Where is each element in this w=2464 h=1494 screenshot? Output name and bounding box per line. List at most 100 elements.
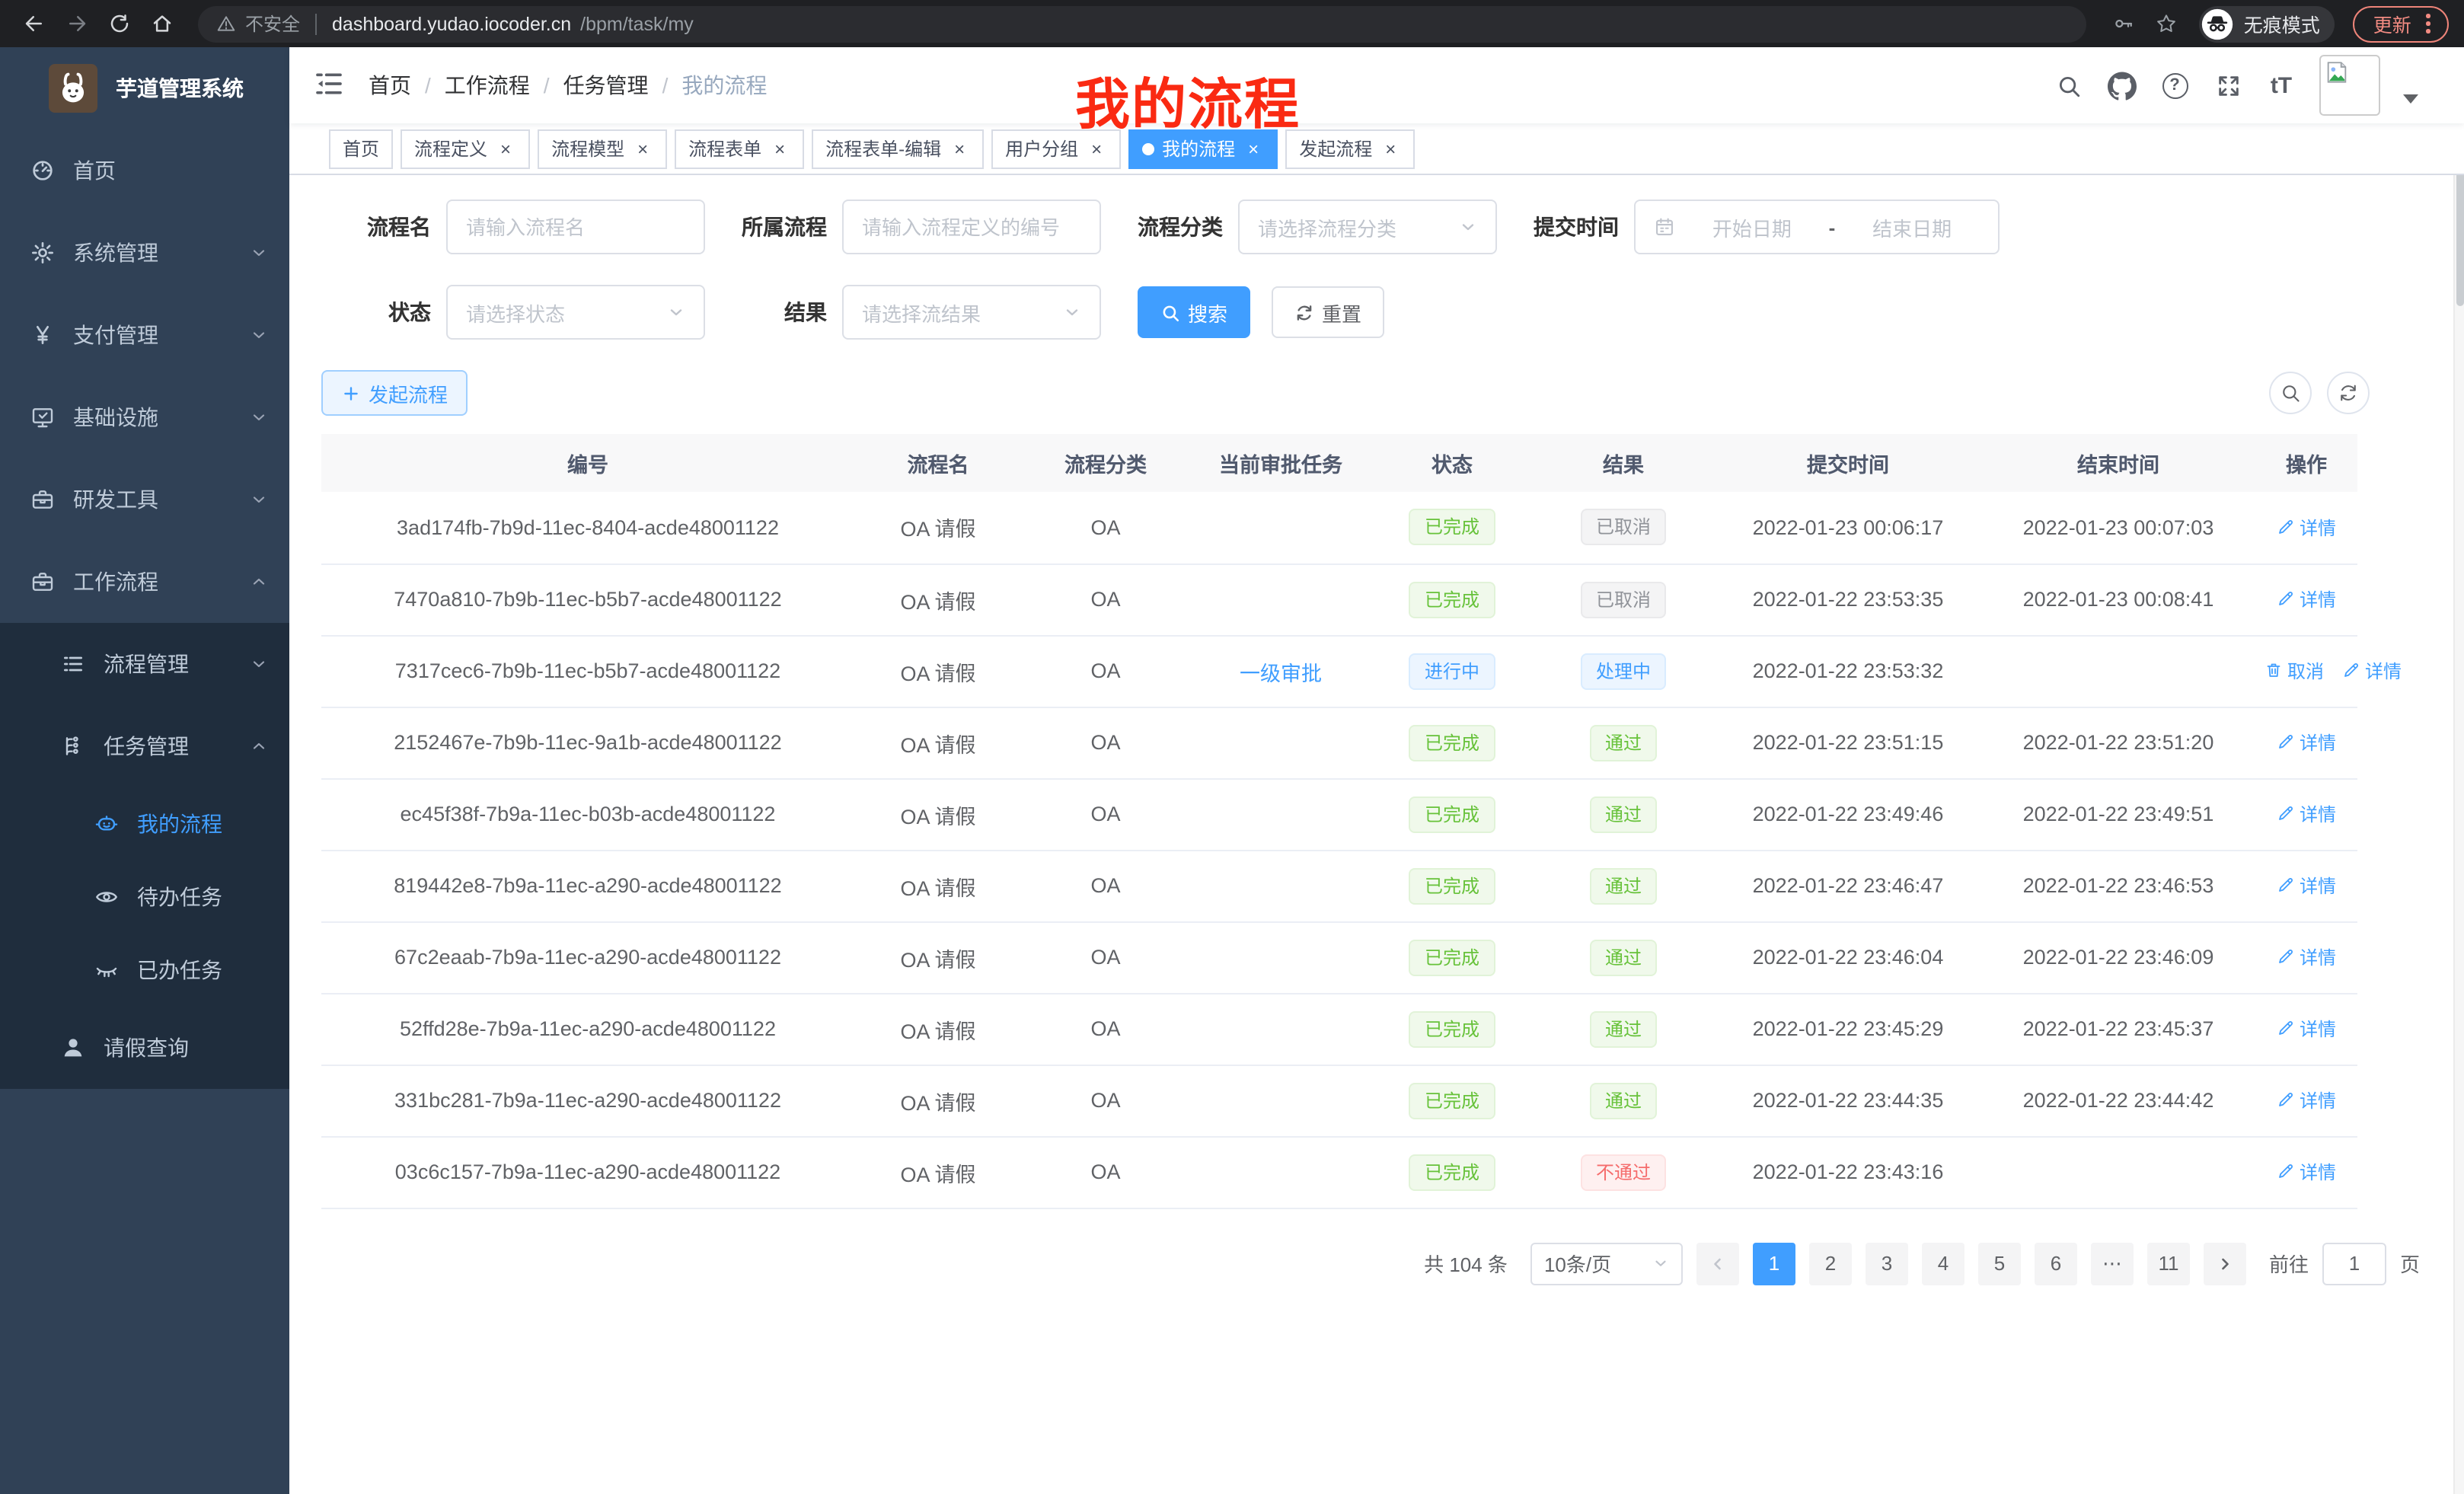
- page-button-1[interactable]: 1: [1753, 1242, 1795, 1285]
- sidebar-item-my-process[interactable]: 我的流程: [0, 787, 289, 860]
- sidebar-item-todo-tasks[interactable]: 待办任务: [0, 860, 289, 934]
- page-button-3[interactable]: 3: [1866, 1242, 1908, 1285]
- page-button-4[interactable]: 4: [1922, 1242, 1964, 1285]
- window-scrollbar[interactable]: [2453, 47, 2464, 1494]
- table-row[interactable]: 67c2eaab-7b9a-11ec-a290-acde48001122 OA …: [321, 921, 2357, 993]
- sidebar-item-workflow[interactable]: 工作流程: [0, 541, 289, 623]
- home-icon[interactable]: [143, 5, 180, 42]
- detail-action-link[interactable]: 详情: [2277, 1087, 2336, 1113]
- table-row[interactable]: 331bc281-7b9a-11ec-a290-acde48001122 OA …: [321, 1065, 2357, 1136]
- breadcrumb-item[interactable]: 工作流程: [445, 70, 530, 101]
- reset-button[interactable]: 重置: [1272, 286, 1384, 338]
- back-icon[interactable]: [15, 5, 52, 42]
- detail-action-link[interactable]: 详情: [2277, 801, 2336, 827]
- close-icon[interactable]: ×: [1380, 138, 1401, 159]
- sidebar-item-task-mgmt[interactable]: 任务管理: [0, 705, 289, 787]
- logo-row[interactable]: 芋道管理系统: [0, 47, 289, 129]
- url-bar[interactable]: 不安全 dashboard.yudao.iocoder.cn/bpm/task/…: [198, 5, 2087, 42]
- cell-result: 通过: [1532, 778, 1715, 850]
- close-icon[interactable]: ×: [632, 138, 653, 159]
- forward-icon[interactable]: [58, 5, 94, 42]
- detail-action-link[interactable]: 详情: [2277, 729, 2336, 755]
- table-row[interactable]: 819442e8-7b9a-11ec-a290-acde48001122 OA …: [321, 850, 2357, 921]
- page-button-2[interactable]: 2: [1809, 1242, 1852, 1285]
- prev-page-button[interactable]: [1696, 1242, 1739, 1285]
- close-icon[interactable]: ×: [1086, 138, 1107, 159]
- table-row[interactable]: 52ffd28e-7b9a-11ec-a290-acde48001122 OA …: [321, 993, 2357, 1065]
- avatar-caret-icon[interactable]: [2403, 94, 2418, 104]
- close-icon[interactable]: ×: [949, 138, 970, 159]
- close-icon[interactable]: ×: [769, 138, 790, 159]
- cell-id: ec45f38f-7b9a-11ec-b03b-acde48001122: [321, 778, 854, 850]
- breadcrumb-item[interactable]: 任务管理: [563, 70, 649, 101]
- close-icon[interactable]: ×: [495, 138, 516, 159]
- font-size-icon[interactable]: tT: [2266, 70, 2296, 101]
- tab-home[interactable]: 首页: [329, 129, 393, 168]
- detail-action-link[interactable]: 详情: [2277, 1159, 2336, 1185]
- table-row[interactable]: 7470a810-7b9b-11ec-b5b7-acde48001122 OA …: [321, 563, 2357, 635]
- security-label[interactable]: 不安全: [245, 11, 300, 37]
- github-icon[interactable]: [2106, 70, 2137, 101]
- show-search-icon[interactable]: [2269, 372, 2312, 414]
- logo-image: [49, 64, 97, 113]
- sidebar-item-process-mgmt[interactable]: 流程管理: [0, 623, 289, 705]
- goto-page-input[interactable]: [2322, 1242, 2386, 1285]
- cell-actions: 详情: [2255, 707, 2357, 778]
- sidebar-item-infrastructure[interactable]: 基础设施: [0, 376, 289, 458]
- detail-action-link[interactable]: 详情: [2342, 658, 2402, 684]
- sidebar-item-dev-tools[interactable]: 研发工具: [0, 458, 289, 541]
- category-select[interactable]: 请选择流程分类: [1238, 200, 1497, 254]
- cancel-action-link[interactable]: 取消: [2265, 658, 2324, 684]
- page-button-5[interactable]: 5: [1978, 1242, 2021, 1285]
- sidebar-item-system[interactable]: 系统管理: [0, 212, 289, 294]
- help-icon[interactable]: ?: [2159, 70, 2190, 101]
- tab-process-definition[interactable]: 流程定义 ×: [401, 129, 530, 168]
- process-name-input[interactable]: [446, 200, 705, 254]
- browser-update-button[interactable]: 更新: [2354, 5, 2449, 42]
- breadcrumb-item[interactable]: 首页: [369, 70, 411, 101]
- current-task-link[interactable]: 一级审批: [1240, 662, 1322, 685]
- sidebar-item-done-tasks[interactable]: 已办任务: [0, 934, 289, 1007]
- table-row[interactable]: 2152467e-7b9b-11ec-9a1b-acde48001122 OA …: [321, 707, 2357, 778]
- detail-action-link[interactable]: 详情: [2277, 944, 2336, 970]
- browser-menu-icon[interactable]: [2424, 11, 2434, 37]
- tab-process-form-edit[interactable]: 流程表单-编辑 ×: [812, 129, 984, 168]
- table-row[interactable]: 3ad174fb-7b9d-11ec-8404-acde48001122 OA …: [321, 492, 2357, 563]
- more-pages-button[interactable]: ⋯: [2091, 1242, 2134, 1285]
- search-icon[interactable]: [2053, 70, 2083, 101]
- close-icon[interactable]: ×: [1243, 138, 1264, 159]
- detail-action-link[interactable]: 详情: [2277, 514, 2336, 540]
- sidebar-item-payment[interactable]: 支付管理: [0, 294, 289, 376]
- tab-start-process[interactable]: 发起流程 ×: [1285, 129, 1415, 168]
- next-page-button[interactable]: [2204, 1242, 2246, 1285]
- page-size-select[interactable]: 10条/页: [1530, 1242, 1683, 1285]
- page-button-6[interactable]: 6: [2035, 1242, 2077, 1285]
- key-icon[interactable]: [2105, 5, 2142, 42]
- bookmark-star-icon[interactable]: [2148, 5, 2185, 42]
- cell-status: 已完成: [1372, 993, 1532, 1065]
- avatar[interactable]: [2319, 55, 2380, 116]
- search-button[interactable]: 搜索: [1138, 286, 1250, 338]
- table-row[interactable]: 03c6c157-7b9a-11ec-a290-acde48001122 OA …: [321, 1136, 2357, 1208]
- page-button-11[interactable]: 11: [2147, 1242, 2190, 1285]
- parent-process-input[interactable]: [842, 200, 1101, 254]
- sidebar-item-leave-query[interactable]: 请假查询: [0, 1007, 289, 1089]
- refresh-icon[interactable]: [2327, 372, 2370, 414]
- fullscreen-icon[interactable]: [2213, 70, 2243, 101]
- reload-icon[interactable]: [101, 5, 137, 42]
- chevron-up-icon: [250, 573, 268, 591]
- tab-process-model[interactable]: 流程模型 ×: [538, 129, 667, 168]
- table-row[interactable]: ec45f38f-7b9a-11ec-b03b-acde48001122 OA …: [321, 778, 2357, 850]
- detail-action-link[interactable]: 详情: [2277, 586, 2336, 612]
- tab-process-form[interactable]: 流程表单 ×: [675, 129, 804, 168]
- sidebar-collapse-icon[interactable]: [314, 69, 347, 102]
- submit-time-range-input[interactable]: 开始日期 - 结束日期: [1634, 200, 2000, 254]
- create-process-button[interactable]: 发起流程: [321, 370, 468, 416]
- result-select[interactable]: 请选择流结果: [842, 285, 1101, 340]
- status-select[interactable]: 请选择状态: [446, 285, 705, 340]
- table-row[interactable]: 7317cec6-7b9b-11ec-b5b7-acde48001122 OA …: [321, 635, 2357, 707]
- detail-action-link[interactable]: 详情: [2277, 1016, 2336, 1042]
- sidebar-item-home[interactable]: 首页: [0, 129, 289, 212]
- column-header: 结束时间: [1981, 434, 2255, 492]
- detail-action-link[interactable]: 详情: [2277, 873, 2336, 899]
